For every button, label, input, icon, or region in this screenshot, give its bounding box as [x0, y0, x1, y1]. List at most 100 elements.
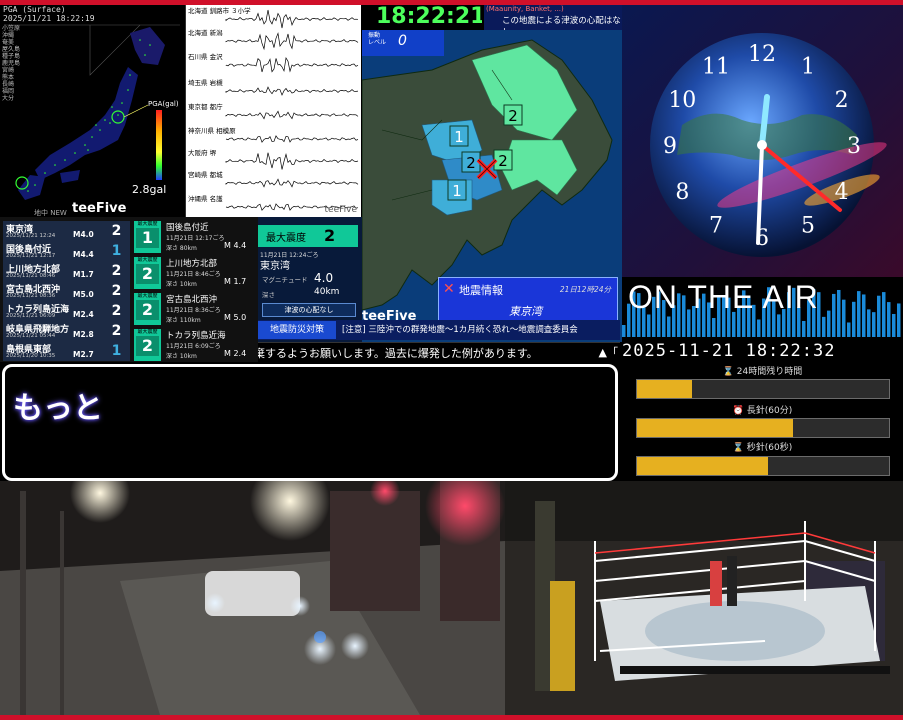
- detail-shindo: 1: [136, 228, 159, 248]
- detail-place: 国後島付近: [166, 223, 209, 233]
- quake-mag: M4.4: [73, 250, 94, 259]
- quake-date: 2025/11/21 08:46: [6, 273, 56, 279]
- equalizer-bar: [827, 310, 831, 337]
- epicenter-x-icon: ✕: [443, 281, 455, 297]
- clock-number: 10: [668, 88, 696, 113]
- pga-brand: teeFive: [72, 201, 127, 216]
- quake-list-row: トカラ列島近海 2025/11/21 06:09 M2.4 2: [3, 301, 130, 321]
- progress-fill: [637, 380, 693, 398]
- detail-shindo-box: 最大震度 2: [134, 293, 161, 325]
- progress-fill: [637, 457, 769, 475]
- detail-depth: 深さ 10km: [166, 281, 197, 288]
- equalizer-bar: [892, 313, 896, 337]
- detail-time: 11月21日 8:46ごろ: [166, 271, 221, 278]
- detail-level-label: 最大震度: [137, 257, 158, 263]
- quake-info-date: 21日12時24分: [559, 285, 611, 294]
- equalizer-bar: [837, 289, 841, 337]
- region-shindo-label: 1: [452, 182, 462, 200]
- detail-mag: M 5.0: [224, 313, 247, 322]
- seis-brand: teeFive: [324, 205, 358, 215]
- detail-shindo-box: 最大震度 1: [134, 221, 161, 253]
- news-headline-bar: 地震防災対策 [注意] 三陸沖での群発地震〜1カ月続く恐れ〜地震調査委員会: [258, 320, 620, 340]
- detail-level-label: 最大震度: [137, 329, 158, 335]
- equalizer-bar: [712, 317, 716, 337]
- equalizer-bar: [862, 294, 866, 337]
- progress-bar-second: [636, 456, 890, 476]
- detail-level-label: 最大震度: [137, 293, 158, 299]
- quake-shindo: 2: [111, 323, 122, 339]
- seis-station: 北海道 新潟: [188, 29, 223, 37]
- quake-info-box: ✕ 地震情報 21日12時24分 東京湾: [438, 277, 618, 321]
- equalizer-bar: [857, 291, 861, 337]
- quake-date: 2025/11/20 10:35: [6, 353, 56, 359]
- clock-center: [757, 140, 767, 150]
- seismograph-trace: [225, 178, 359, 188]
- max-intensity-header: 最大震度 2: [258, 225, 358, 247]
- equalizer-bar: [777, 314, 781, 337]
- region-shindo-label: 2: [508, 107, 518, 125]
- seismograph-trace: [225, 110, 359, 120]
- clock-number: 7: [709, 214, 723, 239]
- detail-depth: 深さ 10km: [166, 353, 197, 360]
- detail-time: 11月21日 6:09ごろ: [166, 343, 221, 350]
- quake-mag: M1.7: [73, 270, 94, 279]
- news-tag: 地震防災対策: [258, 321, 336, 339]
- quake-list: 東京湾 2025/11/21 12:24 M4.0 2 国後島付近 2025/11/21 …: [0, 217, 132, 362]
- station-label: 熊本: [2, 74, 15, 81]
- seis-station: 神奈川県 相模原: [188, 127, 236, 135]
- station-label: 長崎: [2, 81, 15, 88]
- pga-scale-label: PGA(gal): [148, 100, 179, 108]
- quake-shindo: 1: [111, 343, 122, 359]
- depth-label: 深さ: [262, 291, 275, 299]
- detail-time: 11月21日 12:17ごろ: [166, 235, 225, 242]
- region-shindo-label: 2: [466, 154, 476, 172]
- detail-mag: M 2.4: [224, 349, 247, 358]
- progress-rest: [692, 380, 889, 398]
- station-label: 鹿児島: [2, 60, 21, 67]
- progress-label-second: ⌛ 秒針(60秒): [732, 443, 793, 453]
- clock-number: 3: [847, 134, 861, 159]
- street-camera-scene: [0, 481, 505, 715]
- quake-detail-list: 最大震度 1 国後島付近 11月21日 12:17ごろ 深さ 80km M 4.4 最大震度…: [132, 217, 258, 362]
- progress-rest: [793, 419, 889, 437]
- vibration-level: 振動 レベル 0: [362, 30, 444, 56]
- station-label: 宮崎: [2, 67, 15, 74]
- quake-mag: M2.7: [73, 350, 94, 359]
- on-air-text: ON THE AIR: [628, 279, 819, 315]
- progress-rest: [768, 457, 889, 475]
- analog-clock-panel: 12 1 2 3 4 5 6 7 8 9 10 11: [622, 5, 903, 277]
- quake-date: 2025/11/21 08:36: [6, 293, 56, 299]
- equalizer-bar: [872, 312, 876, 337]
- detail-place: 宮古島北西沖: [166, 295, 218, 305]
- quake-mag: M2.4: [73, 310, 94, 319]
- station-label: 種子島: [2, 53, 21, 60]
- on-air-panel: ON THE AIR: [622, 277, 903, 337]
- quake-shindo: 2: [111, 283, 122, 299]
- equalizer-bar: [887, 302, 891, 337]
- quake-date: 2025/11/21 06:09: [6, 313, 56, 319]
- magnitude-label: マグニチュード: [262, 276, 308, 284]
- seis-station: 沖縄県 名護: [188, 195, 223, 203]
- gal-value: 2.8gal: [132, 183, 167, 196]
- seis-station: 東京都 都庁: [188, 103, 223, 111]
- detail-shindo: 2: [136, 336, 159, 356]
- quake-list-row: 上川地方北部 2025/11/21 08:46 M1.7 2: [3, 261, 130, 281]
- seis-station: 大阪府 堺: [188, 149, 217, 157]
- seismograph-trace: [225, 56, 359, 73]
- max-intensity-place: 東京湾: [260, 261, 290, 272]
- seis-station: 石川県 金沢: [188, 53, 223, 61]
- magnitude-value: 4.0: [314, 271, 334, 285]
- clock-number: 9: [663, 134, 677, 159]
- equalizer-bar: [647, 314, 651, 337]
- equalizer-bar: [897, 303, 901, 337]
- seismograph-panel: 北海道 釧路市 ３小学 北海道 新潟 石川県 金沢 埼玉県 岩槻 東京都 都庁 …: [186, 5, 361, 217]
- detail-shindo: 2: [136, 264, 159, 284]
- ticker-end: ▲「: [598, 346, 618, 359]
- quake-shindo: 2: [111, 263, 122, 279]
- station-label: 屋久島: [2, 46, 21, 53]
- progress-label-minute: ⏰ 長針(60分): [732, 406, 793, 416]
- clock-number: 12: [748, 42, 776, 67]
- vibration-label-line2: レベル: [368, 39, 387, 46]
- quake-info-title: 地震情報: [459, 284, 503, 297]
- detail-mag: M 4.4: [224, 241, 247, 250]
